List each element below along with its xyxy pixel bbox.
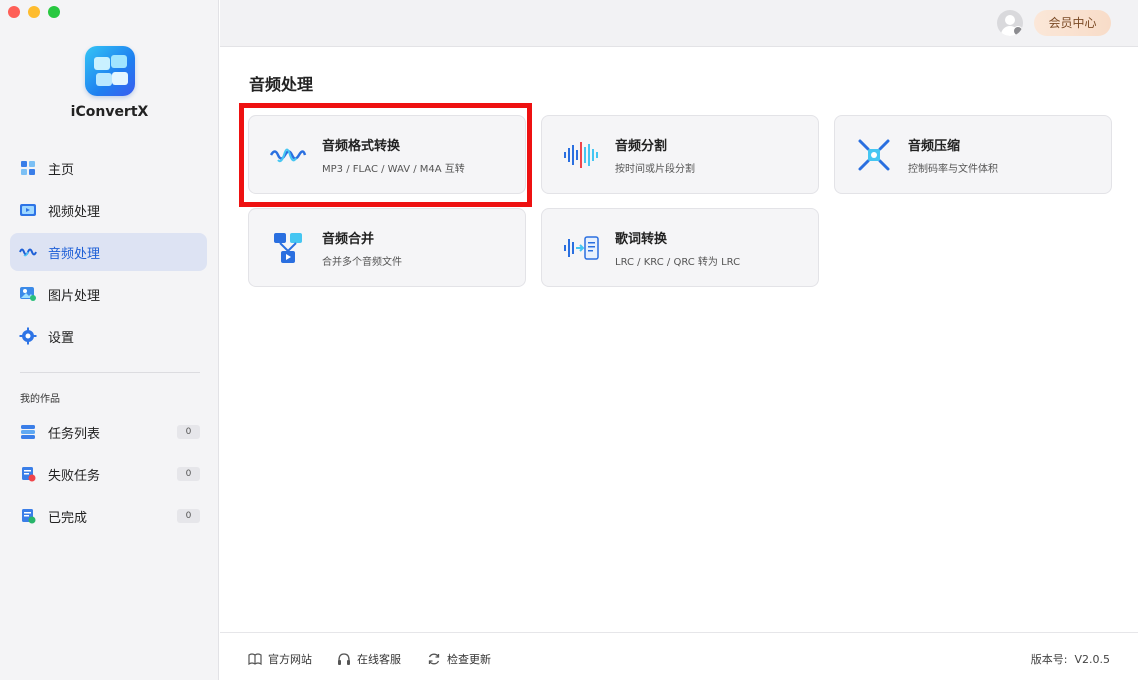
works-section-label: 我的作品 (20, 394, 60, 405)
card-title: 音频合并 (322, 231, 375, 247)
page-title: 音频处理 (249, 75, 314, 94)
compress-arrows-icon (854, 135, 894, 175)
audio-split-icon (561, 135, 601, 175)
card-title: 音频分割 (615, 138, 668, 154)
sidebar-item-label: 已完成 (48, 510, 88, 526)
book-icon (248, 653, 262, 665)
sidebar-item-completed[interactable]: 已完成 0 (10, 497, 207, 535)
sidebar: iConvertX 主页 视频处理 音频处理 图片处理 设置 我的作品 任务列表… (0, 0, 219, 680)
footer-link-label: 官方网站 (268, 653, 312, 666)
merge-files-icon (268, 228, 308, 268)
sidebar-item-label: 音频处理 (48, 246, 101, 262)
version-info: 版本号: V2.0.5 (1031, 651, 1110, 667)
task-count-badge: 0 (177, 425, 200, 439)
footer-link-label: 在线客服 (357, 653, 401, 666)
minimize-window-button[interactable] (28, 6, 40, 18)
lyrics-convert-icon (561, 228, 601, 268)
vip-center-button[interactable]: 会员中心 (1034, 10, 1111, 36)
gear-icon (19, 327, 37, 345)
sidebar-item-label: 图片处理 (48, 288, 101, 304)
failed-task-icon (19, 465, 37, 483)
refresh-icon (427, 652, 441, 666)
sidebar-item-task-list[interactable]: 任务列表 0 (10, 413, 207, 451)
card-title: 音频压缩 (908, 138, 961, 154)
sidebar-item-failed-tasks[interactable]: 失败任务 0 (10, 455, 207, 493)
completed-task-icon (19, 507, 37, 525)
card-subtitle: 按时间或片段分割 (615, 163, 695, 175)
sidebar-divider (20, 372, 200, 373)
card-audio-split[interactable]: 音频分割 按时间或片段分割 (541, 115, 819, 194)
headset-icon (337, 652, 351, 666)
card-audio-compress[interactable]: 音频压缩 控制码率与文件体积 (834, 115, 1112, 194)
card-lyrics-convert[interactable]: 歌词转换 LRC / KRC / QRC 转为 LRC (541, 208, 819, 287)
app-logo-icon (84, 46, 135, 96)
close-window-button[interactable] (8, 6, 20, 18)
check-update-link[interactable]: 检查更新 (427, 651, 491, 667)
sidebar-item-label: 视频处理 (48, 204, 101, 220)
card-subtitle: MP3 / FLAC / WAV / M4A 互转 (322, 163, 465, 175)
card-title: 歌词转换 (615, 231, 668, 247)
sidebar-item-video[interactable]: 视频处理 (10, 191, 207, 229)
task-count-badge: 0 (177, 467, 200, 481)
official-website-link[interactable]: 官方网站 (248, 651, 312, 667)
sidebar-item-label: 主页 (48, 162, 75, 178)
card-audio-merge[interactable]: 音频合并 合并多个音频文件 (248, 208, 526, 287)
sidebar-item-label: 任务列表 (48, 426, 101, 442)
footer: 官方网站 在线客服 检查更新 版本号: V2.0.5 (220, 632, 1138, 680)
sidebar-item-home[interactable]: 主页 (10, 149, 207, 187)
app-name: iConvertX (70, 104, 149, 120)
version-number: V2.0.5 (1074, 653, 1110, 666)
sidebar-item-settings[interactable]: 设置 (10, 317, 207, 355)
app-brand: iConvertX (0, 46, 219, 120)
card-title: 音频格式转换 (322, 138, 401, 154)
online-support-link[interactable]: 在线客服 (337, 651, 401, 667)
footer-link-label: 检查更新 (447, 653, 491, 666)
card-audio-format-convert[interactable]: 音频格式转换 MP3 / FLAC / WAV / M4A 互转 (248, 115, 526, 194)
card-subtitle: LRC / KRC / QRC 转为 LRC (615, 256, 741, 268)
window-controls (8, 6, 60, 18)
sidebar-item-label: 设置 (48, 330, 75, 346)
zoom-window-button[interactable] (48, 6, 60, 18)
video-icon (19, 201, 37, 219)
image-icon (19, 285, 37, 303)
audio-wave-icon (19, 243, 37, 261)
sidebar-item-audio[interactable]: 音频处理 (10, 233, 207, 271)
card-subtitle: 合并多个音频文件 (322, 256, 402, 268)
task-stack-icon (19, 423, 37, 441)
top-bar: 会员中心 (220, 0, 1138, 47)
task-count-badge: 0 (177, 509, 200, 523)
card-subtitle: 控制码率与文件体积 (908, 163, 998, 175)
works-list: 任务列表 0 失败任务 0 已完成 0 (10, 413, 207, 539)
sidebar-item-image[interactable]: 图片处理 (10, 275, 207, 313)
version-label: 版本号: (1030, 653, 1068, 666)
sidebar-item-label: 失败任务 (48, 468, 101, 484)
user-avatar[interactable] (997, 10, 1023, 36)
sidebar-nav: 主页 视频处理 音频处理 图片处理 设置 (10, 149, 207, 359)
home-grid-icon (19, 159, 37, 177)
audio-wave-icon (268, 135, 308, 175)
